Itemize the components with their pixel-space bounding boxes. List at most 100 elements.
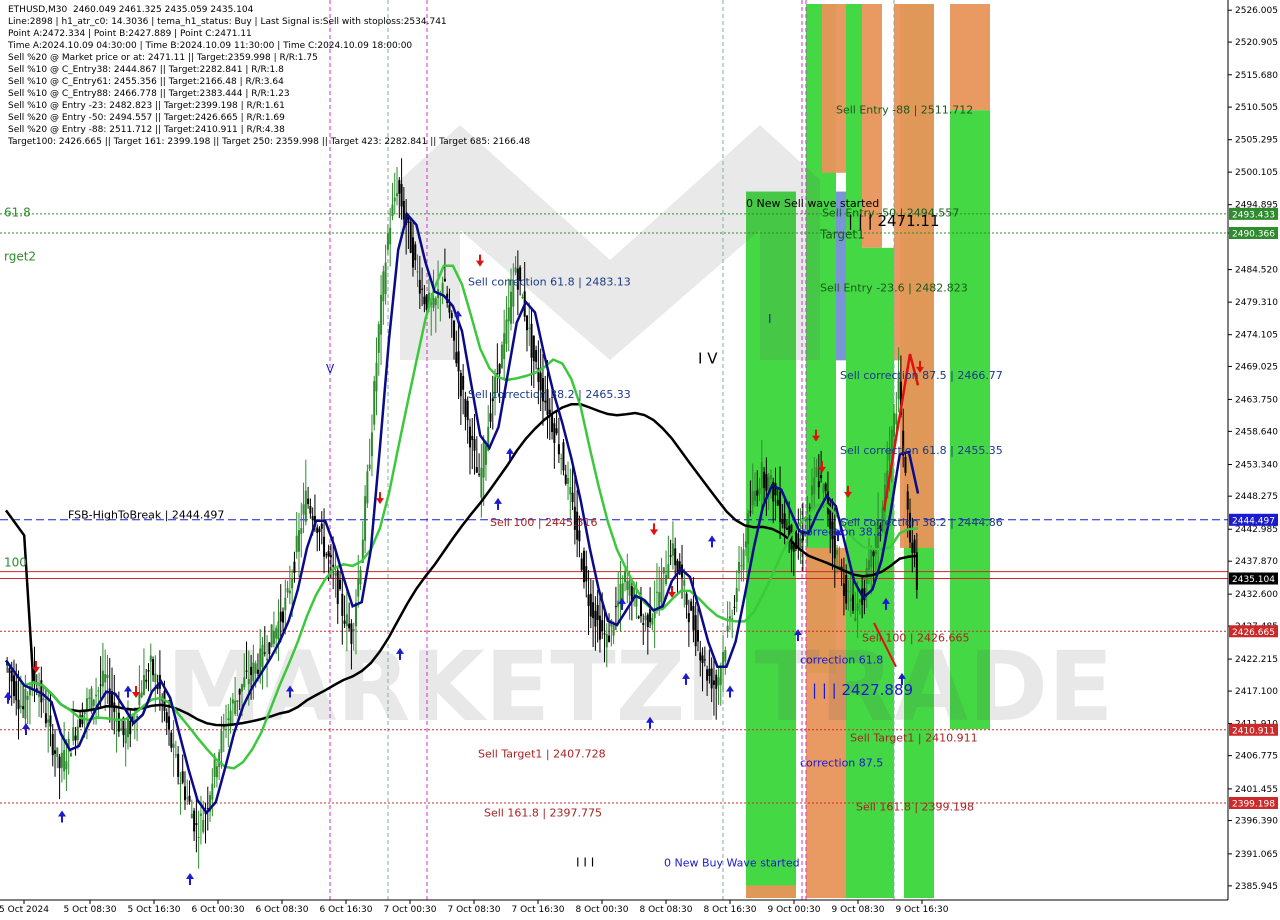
y-tick-label: 2500.105 xyxy=(1235,168,1278,178)
candle-body xyxy=(370,432,373,457)
candle-body xyxy=(589,593,592,617)
zone-band xyxy=(950,4,990,111)
candle-body xyxy=(277,621,280,640)
y-tick-label: 2406.775 xyxy=(1235,752,1278,762)
candle-body xyxy=(268,642,271,654)
candle-body xyxy=(15,681,18,701)
candle-body xyxy=(808,507,811,509)
candle-body xyxy=(373,381,376,425)
chart-annotation: I I I xyxy=(576,856,594,870)
candle-body xyxy=(505,319,508,344)
candle-body xyxy=(63,750,66,772)
candle-body xyxy=(341,593,344,616)
y-tick-label: 2463.750 xyxy=(1235,395,1278,405)
candle-body xyxy=(448,304,451,313)
candle-body xyxy=(174,754,177,756)
candle-body xyxy=(703,659,706,661)
price-tag-label: 2410.911 xyxy=(1232,726,1275,736)
candle-body xyxy=(639,598,642,617)
candle-body xyxy=(872,551,875,557)
candle-body xyxy=(311,516,314,521)
candle-body xyxy=(124,728,127,744)
candle-body xyxy=(781,519,784,524)
candle-body xyxy=(637,616,640,619)
candle-body xyxy=(783,513,786,529)
candle-body xyxy=(60,752,63,768)
candle-body xyxy=(753,490,756,501)
chart-annotation: I V xyxy=(698,349,718,367)
candle-body xyxy=(398,180,401,194)
info-line: Sell %10 @ C_Entry61: 2455.356 || Target… xyxy=(8,77,284,87)
candle-body xyxy=(357,578,360,597)
candle-body xyxy=(418,279,421,294)
candle-body xyxy=(665,574,668,585)
x-tick-label: 9 Oct 16:30 xyxy=(896,905,949,915)
candle-body xyxy=(580,558,583,571)
candle-body xyxy=(765,473,768,491)
candle-body xyxy=(24,688,27,719)
candle-body xyxy=(557,444,560,455)
candle-body xyxy=(266,658,269,661)
candle-body xyxy=(667,564,670,579)
candle-body xyxy=(738,562,741,574)
candle-body xyxy=(423,296,426,305)
candle-body xyxy=(391,204,394,217)
candle-body xyxy=(820,475,823,479)
candle-body xyxy=(12,675,15,697)
candle-body xyxy=(701,655,704,664)
y-tick-label: 2469.025 xyxy=(1235,362,1278,372)
candle-body xyxy=(466,400,469,421)
candle-body xyxy=(717,677,720,686)
candle-body xyxy=(147,670,150,672)
zone-band xyxy=(822,4,846,173)
chart-annotation: correction 38.2 xyxy=(800,525,883,538)
chart-annotation: Sell 161.8 | 2399.198 xyxy=(856,800,974,813)
candle-body xyxy=(904,456,907,473)
y-tick-label: 2474.105 xyxy=(1235,331,1278,341)
y-tick-label: 2442.985 xyxy=(1235,525,1278,535)
candle-body xyxy=(348,623,351,629)
candle-body xyxy=(756,490,759,496)
candle-body xyxy=(359,569,362,585)
candle-body xyxy=(603,633,606,635)
candle-body xyxy=(325,554,328,556)
candle-body xyxy=(567,478,570,484)
candle-body xyxy=(915,552,918,590)
candle-body xyxy=(279,611,282,622)
candle-body xyxy=(655,591,658,593)
candle-body xyxy=(441,282,444,294)
candle-body xyxy=(22,706,25,710)
candle-body xyxy=(101,670,104,687)
chart-annotation: Sell correction 61.8 | 2483.13 xyxy=(468,275,631,288)
candle-body xyxy=(92,699,95,706)
candle-body xyxy=(769,474,772,480)
candle-body xyxy=(291,579,294,589)
candle-body xyxy=(138,693,141,706)
y-tick-label: 2401.455 xyxy=(1235,785,1278,795)
candle-body xyxy=(256,669,259,674)
candle-body xyxy=(715,674,718,689)
candle-body xyxy=(416,271,419,273)
candle-body xyxy=(662,567,665,574)
candle-body xyxy=(683,580,686,586)
candle-body xyxy=(763,471,766,488)
y-tick-label: 2417.100 xyxy=(1235,687,1278,697)
candle-body xyxy=(443,278,446,282)
y-tick-label: 2453.340 xyxy=(1235,461,1278,471)
x-tick-label: 7 Oct 08:30 xyxy=(448,905,501,915)
y-tick-label: 2526.005 xyxy=(1235,6,1278,16)
candle-body xyxy=(453,320,456,341)
price-tag-label: 2493.433 xyxy=(1232,210,1275,220)
candle-body xyxy=(462,376,465,390)
y-tick-label: 2391.065 xyxy=(1235,850,1278,860)
candle-body xyxy=(854,617,857,621)
candle-body xyxy=(170,732,173,748)
candle-body xyxy=(193,810,196,832)
candle-body xyxy=(856,603,859,611)
x-tick-label: 6 Oct 16:30 xyxy=(320,905,373,915)
candle-body xyxy=(548,409,551,415)
x-tick-label: 7 Oct 16:30 xyxy=(512,905,565,915)
x-tick-label: 5 Oct 08:30 xyxy=(64,905,117,915)
candle-body xyxy=(272,630,275,644)
candle-body xyxy=(58,756,61,769)
